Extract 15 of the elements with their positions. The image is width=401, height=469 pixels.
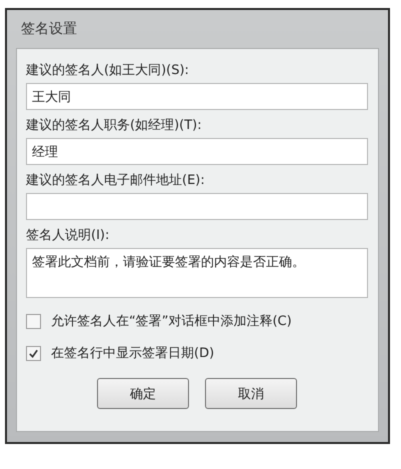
checkbox[interactable] bbox=[26, 346, 41, 360]
text-area[interactable]: 签署此文档前，请验证要签署的内容是否正确。 bbox=[26, 248, 368, 298]
input-field[interactable]: 王大同 bbox=[26, 83, 368, 110]
field-label: 建议的签名人职务(如经理)(T): bbox=[26, 117, 203, 134]
field-label: 建议的签名人电子邮件地址(E): bbox=[26, 172, 206, 189]
dialog-button[interactable]: 取消 bbox=[205, 378, 297, 409]
checkbox[interactable] bbox=[26, 314, 41, 328]
dialog-button[interactable]: 确定 bbox=[97, 378, 189, 409]
field-label: 签名人说明(I): bbox=[26, 227, 110, 244]
input-field[interactable]: 经理 bbox=[26, 138, 368, 165]
input-field[interactable] bbox=[26, 193, 368, 220]
checkbox-label: 允许签名人在“签署”对话框中添加注释(C) bbox=[51, 313, 292, 330]
checkbox-label: 在签名行中显示签署日期(D) bbox=[51, 345, 214, 362]
window-title: 签名设置 bbox=[21, 20, 77, 38]
field-label: 建议的签名人(如王大同)(S): bbox=[26, 62, 190, 79]
